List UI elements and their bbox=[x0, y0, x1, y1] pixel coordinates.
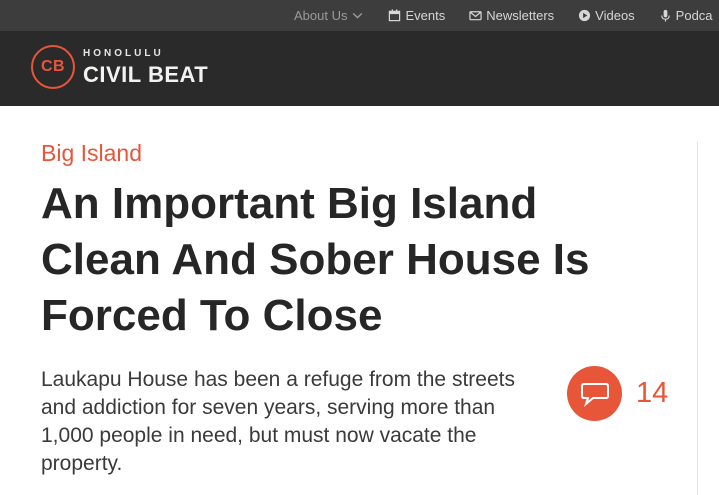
microphone-icon bbox=[659, 9, 672, 22]
logo-small-text: HONOLULU bbox=[83, 47, 164, 59]
topnav-podcasts[interactable]: Podca bbox=[659, 8, 713, 23]
article-category-link[interactable]: Big Island bbox=[41, 140, 142, 167]
envelope-icon bbox=[469, 9, 482, 22]
topnav-about-us-label: About Us bbox=[294, 8, 348, 23]
topnav-events-label: Events bbox=[405, 8, 446, 23]
sidebar-divider bbox=[697, 142, 698, 495]
logo-big-text: CIVIL BEAT bbox=[83, 61, 209, 87]
comment-bubble-icon bbox=[567, 366, 622, 421]
comment-count: 14 bbox=[636, 377, 669, 409]
article-dek: Laukapu House has been a refuge from the… bbox=[41, 368, 515, 475]
top-utility-bar: About Us Events Newsletters Videos Podca bbox=[0, 0, 719, 31]
topnav-newsletters-label: Newsletters bbox=[486, 8, 555, 23]
topnav-podcasts-label: Podca bbox=[675, 8, 713, 23]
topnav-about-us[interactable]: About Us bbox=[294, 8, 364, 23]
site-logo[interactable]: CB HONOLULU CIVIL BEAT bbox=[31, 43, 208, 91]
topnav-videos[interactable]: Videos bbox=[578, 8, 635, 23]
logo-badge: CB bbox=[31, 45, 75, 89]
chevron-down-icon bbox=[351, 9, 364, 22]
topnav-newsletters[interactable]: Newsletters bbox=[469, 8, 554, 23]
play-circle-icon bbox=[578, 9, 591, 22]
logo-wordmark: HONOLULU CIVIL BEAT bbox=[83, 47, 209, 87]
top-nav: About Us Events Newsletters Videos Podca bbox=[294, 0, 713, 31]
comments-button[interactable]: 14 bbox=[567, 366, 668, 421]
article-headline: An Important Big Island Clean And Sober … bbox=[41, 179, 590, 340]
topnav-events[interactable]: Events bbox=[388, 8, 445, 23]
calendar-icon bbox=[388, 9, 401, 22]
masthead: CB HONOLULU CIVIL BEAT bbox=[0, 31, 719, 106]
topnav-videos-label: Videos bbox=[595, 8, 635, 23]
